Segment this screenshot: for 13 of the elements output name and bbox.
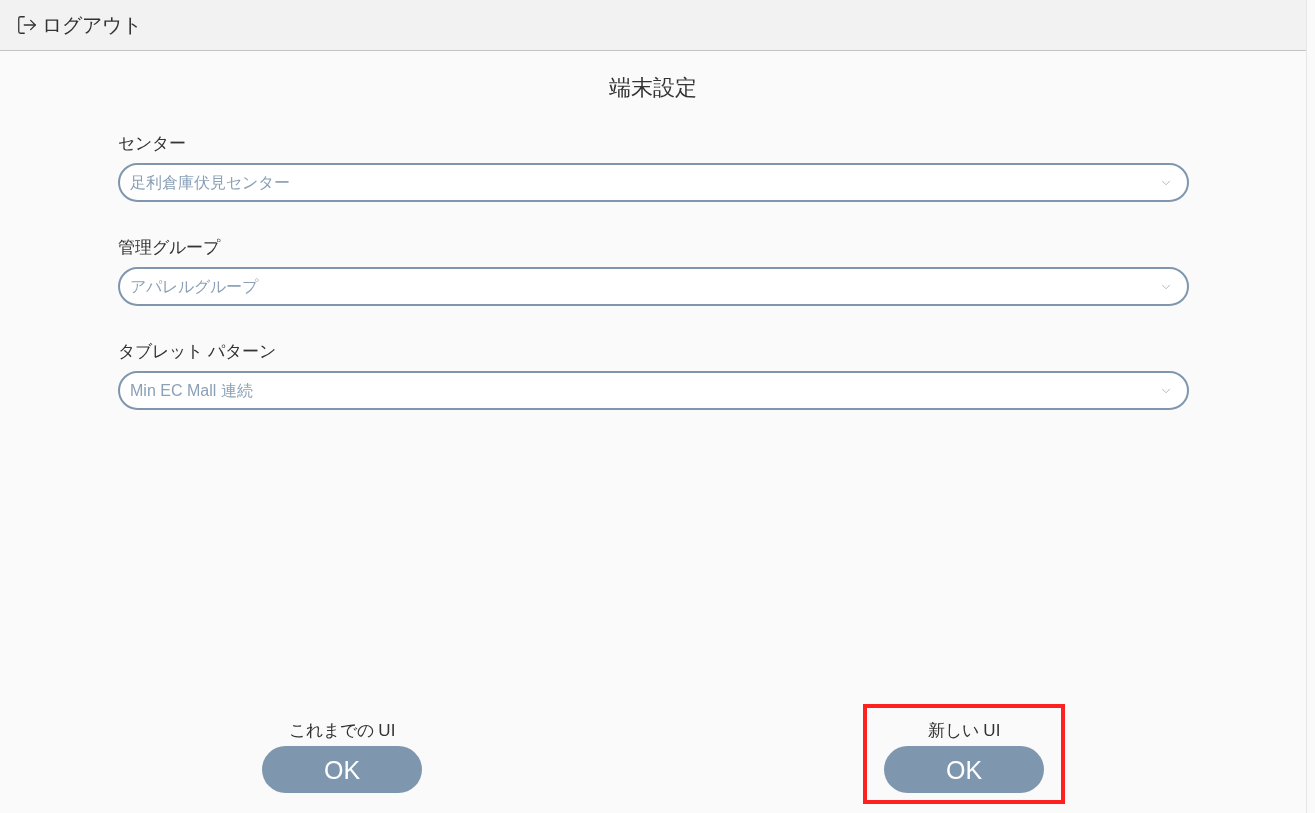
page-title: 端末設定 (609, 74, 697, 102)
field-label: タブレット パターン (118, 341, 276, 363)
select-field[interactable]: Min EC Mall 連続 (118, 371, 1189, 410)
logout-icon (16, 14, 38, 36)
option-label: これまでの UI (288, 720, 396, 742)
ok-button[interactable]: OK (262, 746, 422, 793)
field-label: センター (118, 133, 186, 155)
ok-button[interactable]: OK (884, 746, 1044, 793)
option-label: 新しい UI (927, 720, 1001, 742)
select-field[interactable]: 足利倉庫伏見センター (118, 163, 1189, 202)
select-field[interactable]: アパレルグループ (118, 267, 1189, 306)
logout-button[interactable]: ログアウト (16, 12, 142, 38)
field-label: 管理グループ (118, 237, 220, 259)
